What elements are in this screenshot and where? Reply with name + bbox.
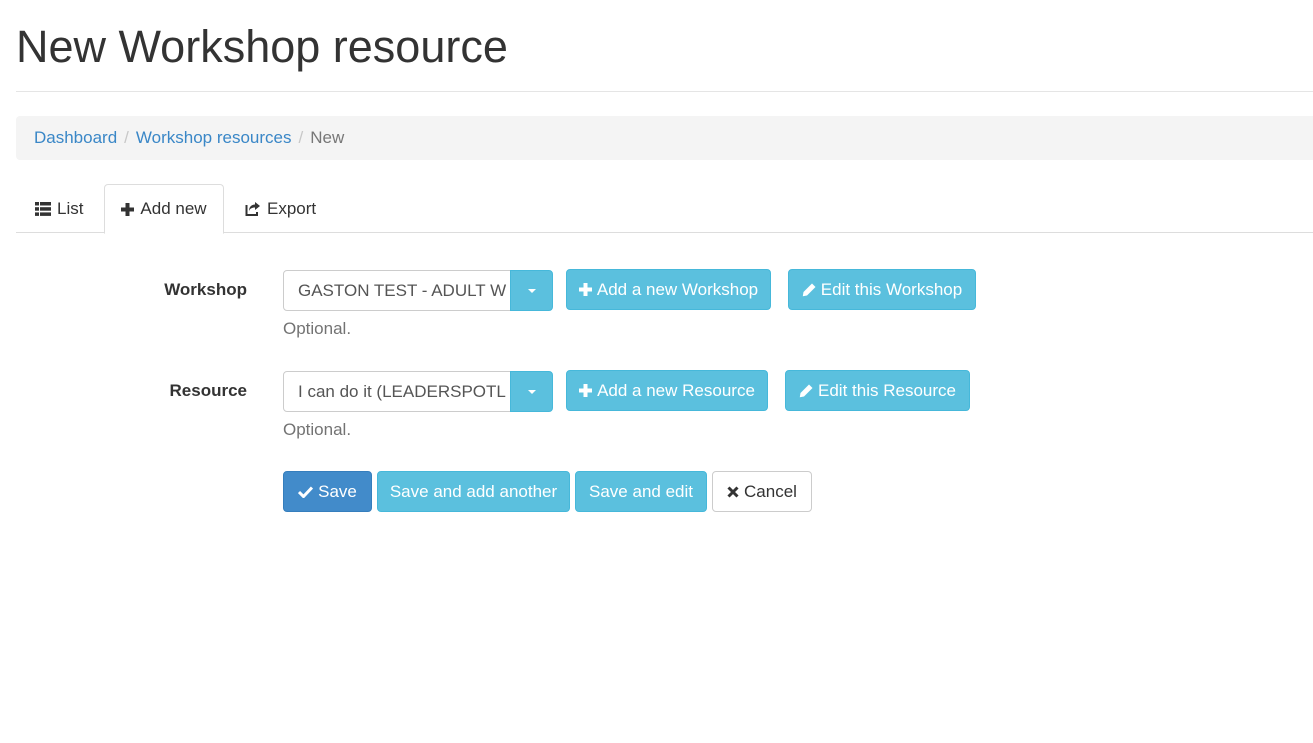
save-and-add-another-button[interactable]: Save and add another (377, 471, 570, 512)
add-workshop-label: Add a new Workshop (596, 279, 759, 299)
breadcrumb-separator: / (124, 128, 129, 147)
plus-icon (578, 283, 592, 296)
edit-resource-label: Edit this Resource (818, 380, 956, 400)
check-icon (298, 485, 314, 498)
workshop-label: Workshop (164, 280, 247, 299)
title-divider (16, 91, 1313, 92)
workshop-help-text: Optional. (283, 319, 352, 338)
plus-icon (121, 202, 135, 216)
tab-list[interactable]: List (35, 184, 83, 233)
resource-help-text: Optional. (283, 420, 352, 439)
tab-export[interactable]: Export (245, 184, 316, 233)
add-resource-button[interactable]: Add a new Resource (566, 370, 768, 411)
add-workshop-button[interactable]: Add a new Workshop (566, 269, 771, 310)
workshop-dropdown-button[interactable] (510, 270, 553, 311)
caret-down-icon (527, 389, 536, 394)
tab-export-label: Export (267, 198, 317, 218)
edit-workshop-label: Edit this Workshop (820, 279, 963, 299)
page: New Workshop resource Dashboard / Worksh… (0, 0, 1313, 743)
tab-add-new-label: Add new (140, 199, 207, 218)
save-button[interactable]: Save (283, 471, 372, 512)
tab-add-new[interactable]: Add new (104, 184, 224, 234)
tab-bar: List Add new Export (16, 184, 1313, 234)
save-and-edit-button[interactable]: Save and edit (575, 471, 707, 512)
resource-label: Resource (169, 381, 247, 400)
resource-select[interactable]: I can do it (LEADERSPOTL (283, 371, 511, 412)
breadcrumb-dashboard-link[interactable]: Dashboard (34, 128, 117, 148)
breadcrumb-separator: / (298, 128, 304, 147)
pencil-icon (802, 283, 816, 297)
close-icon (727, 485, 739, 498)
edit-resource-button[interactable]: Edit this Resource (785, 370, 970, 411)
add-resource-label: Add a new Resource (597, 380, 755, 400)
plus-icon (579, 384, 593, 397)
page-title: New Workshop resource (16, 21, 508, 72)
edit-workshop-button[interactable]: Edit this Workshop (788, 269, 976, 310)
list-icon (35, 201, 51, 216)
workshop-select[interactable]: GASTON TEST - ADULT W (283, 270, 511, 311)
share-icon (245, 201, 261, 216)
breadcrumb: Dashboard / Workshop resources / New (16, 116, 1313, 160)
cancel-label: Cancel (744, 481, 797, 501)
cancel-button[interactable]: Cancel (712, 471, 812, 512)
caret-down-icon (527, 288, 536, 293)
breadcrumb-workshop-resources-link[interactable]: Workshop resources (136, 128, 292, 148)
save-label: Save (318, 481, 357, 501)
breadcrumb-current: New (310, 128, 345, 147)
pencil-icon (799, 384, 813, 398)
resource-dropdown-button[interactable] (510, 371, 553, 412)
tab-list-label: List (57, 198, 84, 218)
